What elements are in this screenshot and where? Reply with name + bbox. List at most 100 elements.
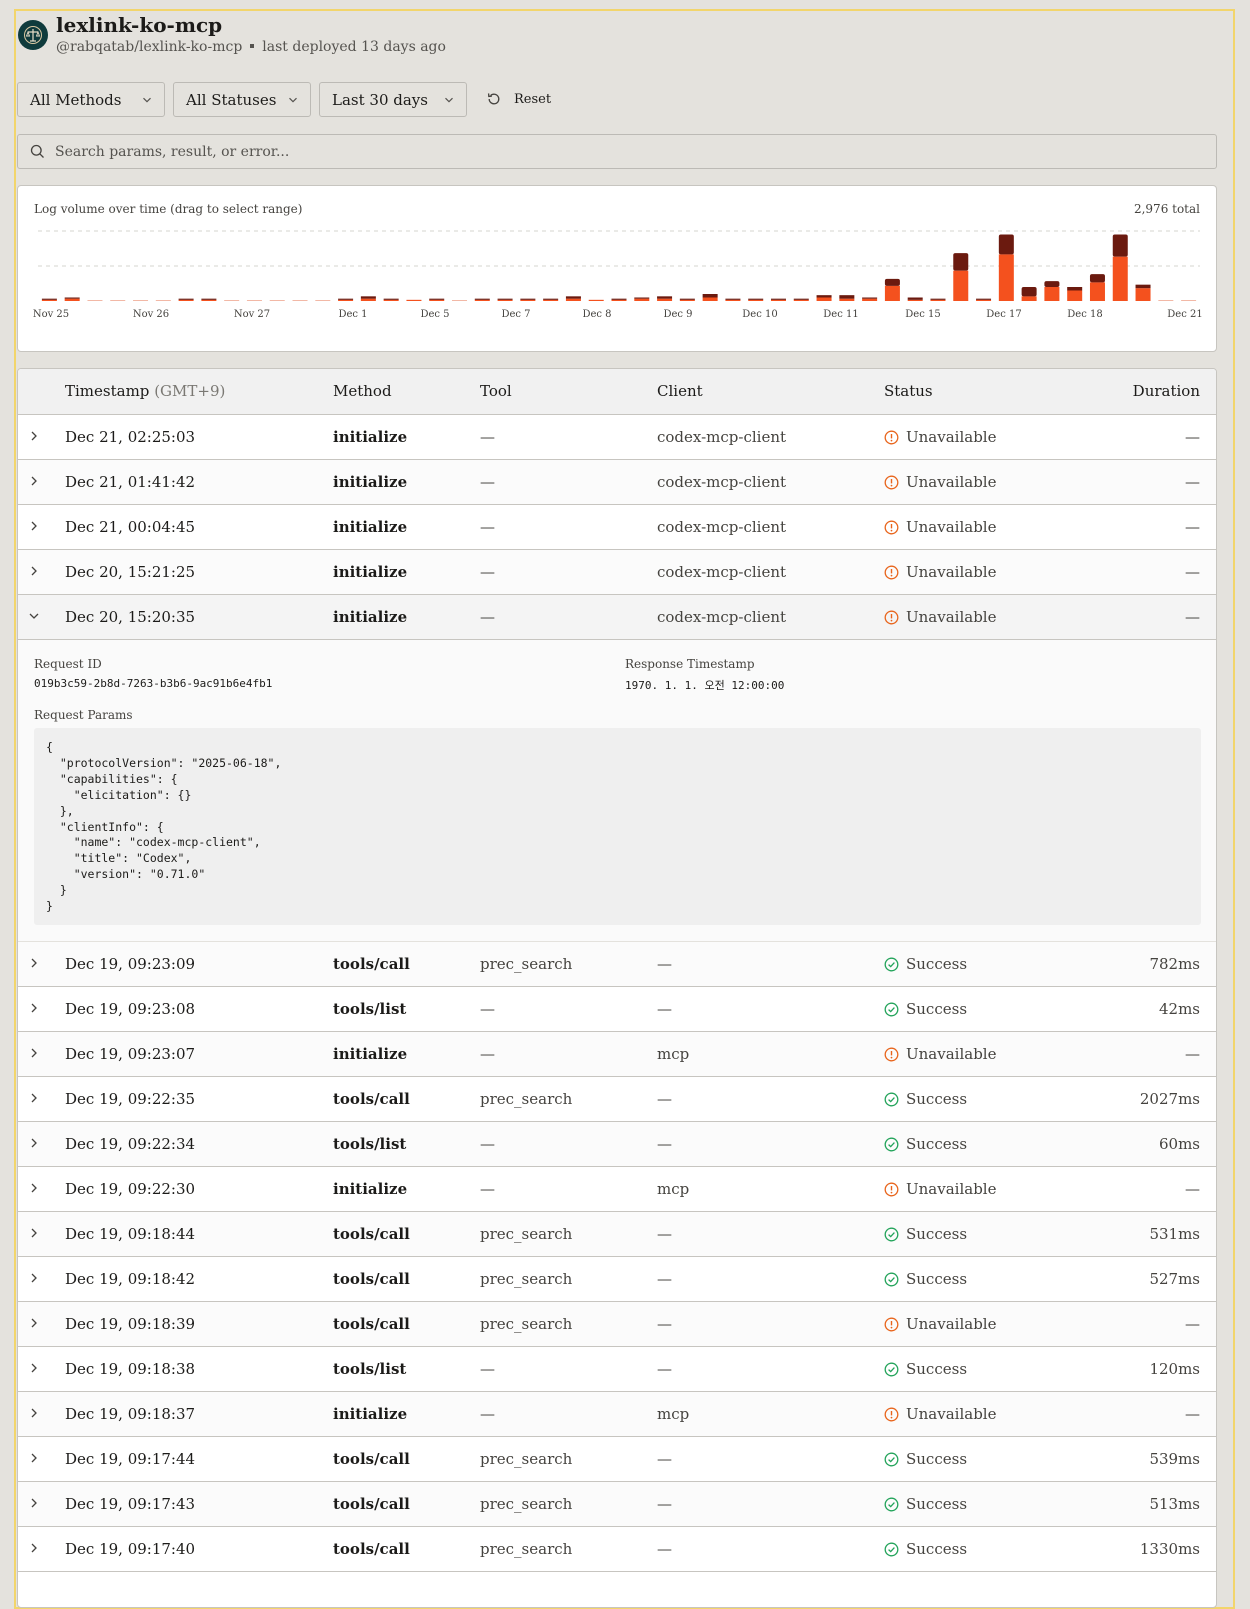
table-row[interactable]: Dec 19, 09:17:43tools/callprec_search—Su… [18,1482,1216,1527]
table-row[interactable]: Dec 21, 00:04:45initialize—codex-mcp-cli… [18,505,1216,550]
row-expand-toggle[interactable] [28,518,40,536]
chart-bar-segment[interactable] [748,299,763,300]
row-expand-toggle[interactable] [28,1180,40,1198]
chart-bar-segment[interactable] [1136,288,1151,301]
chart-bar-segment[interactable] [612,299,627,300]
table-row[interactable]: Dec 19, 09:18:39tools/callprec_search—Un… [18,1302,1216,1347]
chart-bar-segment[interactable] [748,300,763,301]
chart-bar-segment[interactable] [1136,285,1151,289]
row-expand-toggle[interactable] [28,1315,40,1333]
column-header-client[interactable]: Client [657,382,703,400]
chart-bar-segment[interactable] [520,299,535,300]
chart-bar-segment[interactable] [725,299,740,300]
chart-bar-segment[interactable] [520,300,535,301]
chart-bar-segment[interactable] [179,299,194,300]
chart-bar-segment[interactable] [612,300,627,301]
reset-button[interactable]: Reset [486,91,551,107]
status-filter-select[interactable]: All Statuses [173,82,311,117]
table-row[interactable]: Dec 19, 09:17:40tools/callprec_search—Su… [18,1527,1216,1572]
chart-bar-segment[interactable] [1044,281,1059,287]
row-expand-toggle[interactable] [28,1270,40,1288]
chart-bar-empty[interactable] [156,300,171,301]
chart-bar-segment[interactable] [543,299,558,300]
chart-bar-segment[interactable] [1090,274,1105,282]
chart-bar-segment[interactable] [725,300,740,301]
chart-bar-segment[interactable] [1022,287,1037,296]
table-row[interactable]: Dec 19, 09:22:34tools/list——Success60ms [18,1122,1216,1167]
chart-bar-segment[interactable] [201,299,216,300]
row-expand-toggle[interactable] [28,428,40,446]
table-row[interactable]: Dec 19, 09:23:09tools/callprec_search—Su… [18,942,1216,987]
chart-bar-empty[interactable] [452,300,467,301]
row-expand-toggle[interactable] [28,1045,40,1063]
row-expand-toggle[interactable] [28,1090,40,1108]
chart-bar-empty[interactable] [293,300,308,301]
column-header-method[interactable]: Method [333,382,392,400]
chart-bar-segment[interactable] [680,300,695,301]
row-expand-toggle[interactable] [28,955,40,973]
search-bar[interactable] [17,134,1217,169]
chart-bar-segment[interactable] [179,300,194,301]
chart-bar-segment[interactable] [384,300,399,301]
row-expand-toggle[interactable] [28,1540,40,1558]
chart-bar-empty[interactable] [1158,300,1173,301]
chart-bar-segment[interactable] [475,299,490,300]
chart-bar-segment[interactable] [361,299,376,301]
table-row[interactable]: Dec 19, 09:18:38tools/list——Success120ms [18,1347,1216,1392]
chart-bar-segment[interactable] [406,300,421,301]
column-header-duration[interactable]: Duration [1133,382,1200,400]
chart-bar-segment[interactable] [680,299,695,300]
chart-bar-segment[interactable] [999,235,1014,255]
row-expand-toggle[interactable] [28,1495,40,1513]
chart-bar-segment[interactable] [384,299,399,300]
chart-bar-segment[interactable] [589,300,604,301]
chart-bar-segment[interactable] [885,286,900,301]
chart-bar-segment[interactable] [498,299,513,300]
chart-bar-segment[interactable] [908,300,923,301]
chart-bar-segment[interactable] [42,299,57,300]
row-expand-toggle[interactable] [28,473,40,491]
chart-bar-segment[interactable] [1113,235,1128,257]
chart-bar-segment[interactable] [999,254,1014,301]
row-expand-toggle[interactable] [28,1405,40,1423]
chart-bar-segment[interactable] [338,300,353,301]
chart-bar-segment[interactable] [1022,296,1037,301]
chart-bar-segment[interactable] [839,295,854,299]
chart-bar-segment[interactable] [930,300,945,301]
chart-bar-segment[interactable] [794,299,809,300]
chart-bar-segment[interactable] [201,300,216,301]
chart-bar-segment[interactable] [930,299,945,300]
chart-bar-segment[interactable] [361,296,376,298]
chart-bar-segment[interactable] [1067,291,1082,302]
chart-bar-segment[interactable] [953,271,968,301]
chart-bar-empty[interactable] [247,300,262,301]
chart-bar-empty[interactable] [224,300,239,301]
table-row[interactable]: Dec 21, 01:41:42initialize—codex-mcp-cli… [18,460,1216,505]
chart-bar-segment[interactable] [566,299,581,301]
chart-bar-empty[interactable] [315,300,330,301]
row-expand-toggle[interactable] [28,1450,40,1468]
chart-bar-empty[interactable] [1181,300,1196,301]
chart-bar-segment[interactable] [771,299,786,300]
chart-bar-segment[interactable] [1113,257,1128,301]
chart-bar-empty[interactable] [133,300,148,301]
chart-bar-segment[interactable] [42,300,57,301]
chart-bar-segment[interactable] [817,298,832,302]
chart-bar-segment[interactable] [976,299,991,300]
table-row[interactable]: Dec 19, 09:18:42tools/callprec_search—Su… [18,1257,1216,1302]
chart-bar-empty[interactable] [87,300,102,301]
method-filter-select[interactable]: All Methods [17,82,165,117]
table-row[interactable]: Dec 20, 15:21:25initialize—codex-mcp-cli… [18,550,1216,595]
table-row[interactable]: Dec 19, 09:22:30initialize—mcpUnavailabl… [18,1167,1216,1212]
row-expand-toggle[interactable] [28,1000,40,1018]
chart-bar-segment[interactable] [657,296,672,298]
row-expand-toggle[interactable] [28,1135,40,1153]
log-volume-chart[interactable]: Log volume over time (drag to select ran… [17,185,1217,352]
table-row[interactable]: Dec 20, 15:20:35initialize—codex-mcp-cli… [18,595,1216,640]
chart-bar-segment[interactable] [862,298,877,299]
table-row[interactable]: Dec 19, 09:18:37initialize—mcpUnavailabl… [18,1392,1216,1437]
chart-bar-segment[interactable] [794,300,809,301]
row-expand-toggle[interactable] [28,1225,40,1243]
chart-bar-segment[interactable] [771,300,786,301]
table-row[interactable]: Dec 19, 09:23:08tools/list——Success42ms [18,987,1216,1032]
